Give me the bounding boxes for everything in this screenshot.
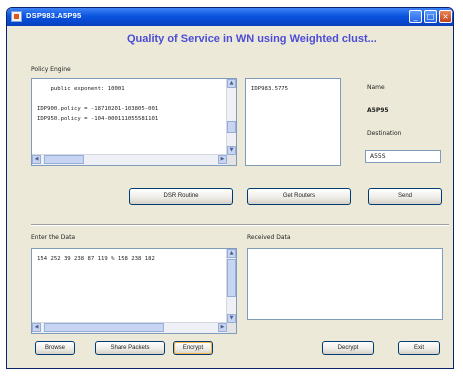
enter-data-label: Enter the Data — [31, 234, 76, 241]
name-label: Name — [367, 84, 385, 91]
scroll-corner — [227, 323, 236, 333]
send-button[interactable]: Send — [368, 188, 442, 205]
scroll-thumb[interactable] — [227, 259, 236, 297]
window-content: Quality of Service in WN using Weighted … — [7, 26, 453, 368]
exit-button[interactable]: Exit — [398, 341, 440, 355]
dsr-routine-button[interactable]: DSR Routine — [129, 188, 233, 205]
scroll-down-icon[interactable]: ▼ — [227, 146, 236, 155]
title-bar[interactable]: DSP983.A5P95 _ □ × — [7, 8, 453, 26]
maximize-button[interactable]: □ — [424, 10, 437, 23]
policy-vertical-scrollbar[interactable]: ▲ ▼ — [226, 79, 236, 155]
scroll-left-icon[interactable]: ◀ — [32, 323, 41, 332]
app-window: DSP983.A5P95 _ □ × Quality of Service in… — [6, 7, 454, 369]
scroll-thumb[interactable] — [44, 155, 84, 164]
received-data-label: Received Data — [247, 234, 291, 241]
enter-data-textarea[interactable]: 154 252 39 238 87 119 % 158 238 182 ▲ ▼ … — [31, 248, 237, 334]
routers-text: IDP983.5775 — [251, 86, 289, 92]
data-horizontal-scrollbar[interactable]: ◀ ▶ — [32, 322, 227, 333]
enter-data-text: 154 252 39 238 87 119 % 158 238 182 — [37, 256, 155, 262]
scroll-right-icon[interactable]: ▶ — [218, 323, 227, 332]
routers-list[interactable]: IDP983.5775 — [245, 78, 341, 166]
scroll-corner — [227, 155, 236, 165]
policy-engine-textarea[interactable]: public exponent: 10001 IDP900.policy = -… — [31, 78, 237, 166]
received-data-textarea[interactable] — [247, 248, 443, 320]
share-packets-button[interactable]: Share Packets — [95, 341, 165, 355]
scroll-thumb[interactable] — [227, 121, 236, 133]
policy-engine-text: public exponent: 10001 IDP900.policy = -… — [37, 86, 159, 122]
policy-horizontal-scrollbar[interactable]: ◀ ▶ — [32, 154, 227, 165]
scroll-thumb[interactable] — [44, 323, 164, 332]
window-title: DSP983.A5P95 — [26, 11, 82, 20]
minimize-button[interactable]: _ — [409, 10, 422, 23]
encrypt-button[interactable]: Encrypt — [173, 341, 213, 355]
name-value: A5P95 — [367, 107, 389, 114]
destination-input[interactable]: A55S — [365, 150, 441, 163]
app-icon — [11, 11, 22, 22]
data-vertical-scrollbar[interactable]: ▲ ▼ — [226, 249, 236, 323]
get-routers-button[interactable]: Get Routers — [247, 188, 351, 205]
scroll-left-icon[interactable]: ◀ — [32, 155, 41, 164]
close-button[interactable]: × — [439, 10, 452, 23]
page-title: Quality of Service in WN using Weighted … — [127, 33, 377, 45]
scroll-up-icon[interactable]: ▲ — [227, 79, 236, 88]
destination-label: Destination — [367, 130, 402, 137]
section-divider — [31, 224, 449, 226]
decrypt-button[interactable]: Decrypt — [322, 341, 374, 355]
scroll-up-icon[interactable]: ▲ — [227, 249, 236, 258]
scroll-down-icon[interactable]: ▼ — [227, 314, 236, 323]
policy-engine-label: Policy Engine — [31, 66, 71, 73]
browse-button[interactable]: Browse — [35, 341, 75, 355]
scroll-right-icon[interactable]: ▶ — [218, 155, 227, 164]
